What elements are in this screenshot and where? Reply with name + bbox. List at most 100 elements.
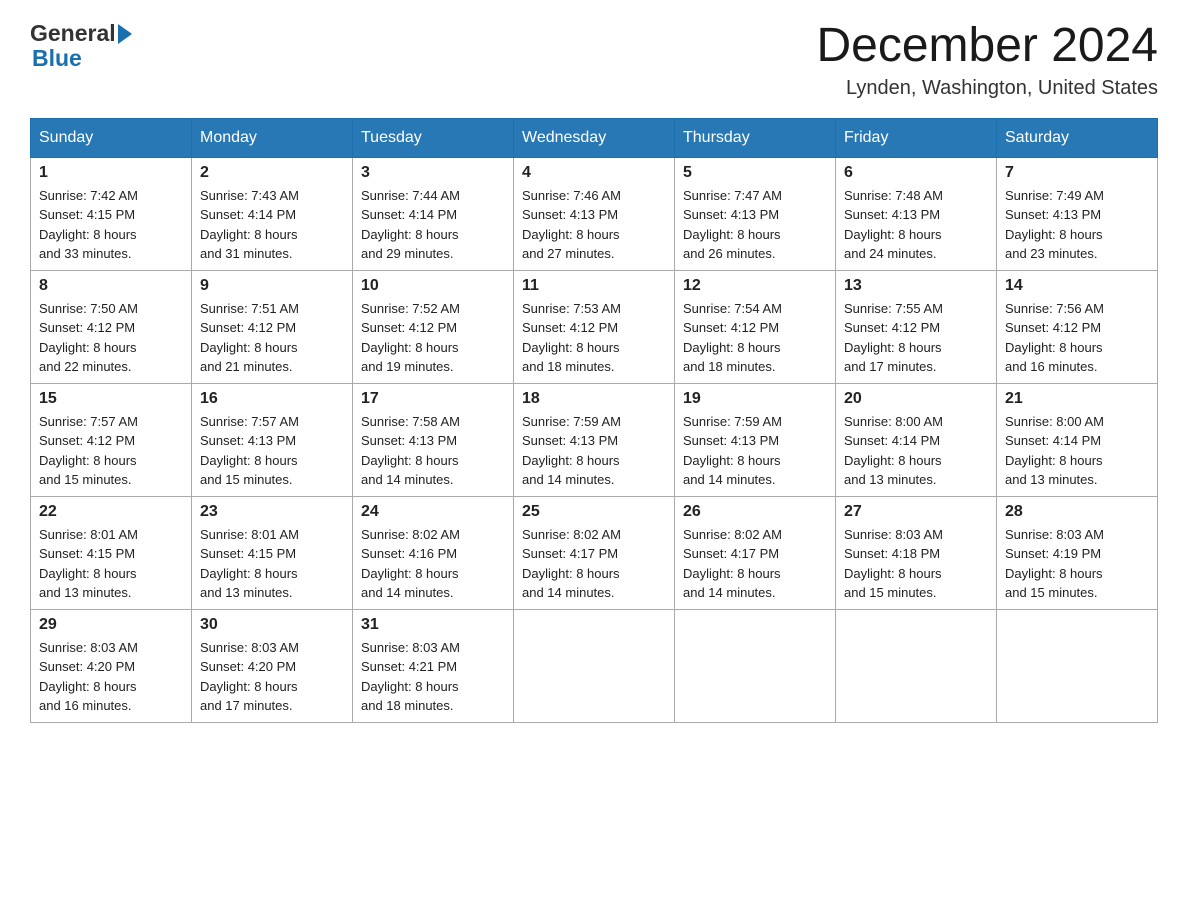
day-cell: 13Sunrise: 7:55 AMSunset: 4:12 PMDayligh… [836,270,997,383]
day-cell: 24 Sunrise: 8:02 AMSunset: 4:16 PMDayligh… [353,496,514,609]
day-info: Sunrise: 7:56 AMSunset: 4:12 PMDaylight:… [1005,299,1149,377]
day-info: Sunrise: 7:55 AMSunset: 4:12 PMDaylight:… [844,299,988,377]
day-cell [836,609,997,722]
day-info: Sunrise: 8:01 AMSunset: 4:15 PMDaylight:… [200,525,344,603]
day-cell: 7 Sunrise: 7:49 AMSunset: 4:13 PMDaylight… [997,157,1158,270]
day-number: 20 [844,390,988,408]
day-number: 17 [361,390,505,408]
day-info: Sunrise: 7:46 AMSunset: 4:13 PMDaylight:… [522,186,666,264]
logo-triangle-icon [118,24,132,44]
day-number: 12 [683,277,827,295]
day-info: Sunrise: 7:43 AMSunset: 4:14 PMDaylight:… [200,186,344,264]
day-cell: 20 Sunrise: 8:00 AMSunset: 4:14 PMDayligh… [836,383,997,496]
calendar-title: December 2024 [816,20,1158,73]
day-info: Sunrise: 8:02 AMSunset: 4:17 PMDaylight:… [683,525,827,603]
title-block: December 2024 Lynden, Washington, United… [816,20,1158,100]
day-info: Sunrise: 8:03 AMSunset: 4:20 PMDaylight:… [200,638,344,716]
day-number: 30 [200,616,344,634]
day-info: Sunrise: 7:59 AMSunset: 4:13 PMDaylight:… [683,412,827,490]
day-cell: 30 Sunrise: 8:03 AMSunset: 4:20 PMDayligh… [192,609,353,722]
day-cell [514,609,675,722]
day-cell: 11 Sunrise: 7:53 AMSunset: 4:12 PMDayligh… [514,270,675,383]
col-header-friday: Friday [836,118,997,157]
day-number: 3 [361,164,505,182]
day-info: Sunrise: 7:51 AMSunset: 4:12 PMDaylight:… [200,299,344,377]
day-info: Sunrise: 8:02 AMSunset: 4:16 PMDaylight:… [361,525,505,603]
day-number: 7 [1005,164,1149,182]
day-cell: 9 Sunrise: 7:51 AMSunset: 4:12 PMDaylight… [192,270,353,383]
day-info: Sunrise: 8:03 AMSunset: 4:18 PMDaylight:… [844,525,988,603]
day-number: 26 [683,503,827,521]
day-number: 9 [200,277,344,295]
day-info: Sunrise: 8:03 AMSunset: 4:19 PMDaylight:… [1005,525,1149,603]
day-cell: 8 Sunrise: 7:50 AMSunset: 4:12 PMDaylight… [31,270,192,383]
logo-blue-text: Blue [30,45,82,72]
day-cell: 21Sunrise: 8:00 AMSunset: 4:14 PMDayligh… [997,383,1158,496]
day-number: 21 [1005,390,1149,408]
day-number: 31 [361,616,505,634]
day-number: 4 [522,164,666,182]
page-header: General Blue December 2024 Lynden, Washi… [30,20,1158,100]
day-info: Sunrise: 8:03 AMSunset: 4:21 PMDaylight:… [361,638,505,716]
logo-general-text: General [30,20,116,47]
day-info: Sunrise: 8:02 AMSunset: 4:17 PMDaylight:… [522,525,666,603]
day-cell: 26 Sunrise: 8:02 AMSunset: 4:17 PMDayligh… [675,496,836,609]
day-info: Sunrise: 7:57 AMSunset: 4:12 PMDaylight:… [39,412,183,490]
day-number: 11 [522,277,666,295]
day-number: 18 [522,390,666,408]
day-cell: 4 Sunrise: 7:46 AMSunset: 4:13 PMDaylight… [514,157,675,270]
day-info: Sunrise: 7:59 AMSunset: 4:13 PMDaylight:… [522,412,666,490]
day-info: Sunrise: 7:54 AMSunset: 4:12 PMDaylight:… [683,299,827,377]
day-cell: 10 Sunrise: 7:52 AMSunset: 4:12 PMDayligh… [353,270,514,383]
week-row-1: 1Sunrise: 7:42 AMSunset: 4:15 PMDaylight… [31,157,1158,270]
day-number: 2 [200,164,344,182]
day-number: 27 [844,503,988,521]
day-info: Sunrise: 7:47 AMSunset: 4:13 PMDaylight:… [683,186,827,264]
day-info: Sunrise: 7:50 AMSunset: 4:12 PMDaylight:… [39,299,183,377]
day-info: Sunrise: 7:52 AMSunset: 4:12 PMDaylight:… [361,299,505,377]
day-cell [997,609,1158,722]
day-number: 23 [200,503,344,521]
col-header-monday: Monday [192,118,353,157]
day-info: Sunrise: 7:58 AMSunset: 4:13 PMDaylight:… [361,412,505,490]
calendar-table: SundayMondayTuesdayWednesdayThursdayFrid… [30,118,1158,723]
day-info: Sunrise: 7:53 AMSunset: 4:12 PMDaylight:… [522,299,666,377]
col-header-wednesday: Wednesday [514,118,675,157]
day-number: 10 [361,277,505,295]
week-row-4: 22Sunrise: 8:01 AMSunset: 4:15 PMDayligh… [31,496,1158,609]
day-cell: 16Sunrise: 7:57 AMSunset: 4:13 PMDayligh… [192,383,353,496]
day-cell: 18 Sunrise: 7:59 AMSunset: 4:13 PMDayligh… [514,383,675,496]
col-header-thursday: Thursday [675,118,836,157]
day-cell: 22Sunrise: 8:01 AMSunset: 4:15 PMDayligh… [31,496,192,609]
calendar-subtitle: Lynden, Washington, United States [816,77,1158,100]
day-cell: 29Sunrise: 8:03 AMSunset: 4:20 PMDayligh… [31,609,192,722]
week-row-3: 15Sunrise: 7:57 AMSunset: 4:12 PMDayligh… [31,383,1158,496]
day-number: 19 [683,390,827,408]
day-info: Sunrise: 7:49 AMSunset: 4:13 PMDaylight:… [1005,186,1149,264]
day-number: 25 [522,503,666,521]
calendar-header-row: SundayMondayTuesdayWednesdayThursdayFrid… [31,118,1158,157]
day-cell: 28Sunrise: 8:03 AMSunset: 4:19 PMDayligh… [997,496,1158,609]
day-cell: 6Sunrise: 7:48 AMSunset: 4:13 PMDaylight… [836,157,997,270]
day-cell: 17 Sunrise: 7:58 AMSunset: 4:13 PMDayligh… [353,383,514,496]
day-cell: 25 Sunrise: 8:02 AMSunset: 4:17 PMDayligh… [514,496,675,609]
day-cell: 19 Sunrise: 7:59 AMSunset: 4:13 PMDayligh… [675,383,836,496]
col-header-saturday: Saturday [997,118,1158,157]
day-cell: 2 Sunrise: 7:43 AMSunset: 4:14 PMDaylight… [192,157,353,270]
day-info: Sunrise: 7:48 AMSunset: 4:13 PMDaylight:… [844,186,988,264]
day-cell: 15Sunrise: 7:57 AMSunset: 4:12 PMDayligh… [31,383,192,496]
day-number: 8 [39,277,183,295]
day-number: 24 [361,503,505,521]
day-cell: 14 Sunrise: 7:56 AMSunset: 4:12 PMDayligh… [997,270,1158,383]
day-info: Sunrise: 7:42 AMSunset: 4:15 PMDaylight:… [39,186,183,264]
week-row-2: 8 Sunrise: 7:50 AMSunset: 4:12 PMDaylight… [31,270,1158,383]
day-cell: 23 Sunrise: 8:01 AMSunset: 4:15 PMDayligh… [192,496,353,609]
day-cell: 12 Sunrise: 7:54 AMSunset: 4:12 PMDayligh… [675,270,836,383]
day-number: 5 [683,164,827,182]
day-number: 14 [1005,277,1149,295]
logo: General Blue [30,20,132,72]
day-cell: 5 Sunrise: 7:47 AMSunset: 4:13 PMDaylight… [675,157,836,270]
week-row-5: 29Sunrise: 8:03 AMSunset: 4:20 PMDayligh… [31,609,1158,722]
col-header-sunday: Sunday [31,118,192,157]
day-info: Sunrise: 8:00 AMSunset: 4:14 PMDaylight:… [844,412,988,490]
